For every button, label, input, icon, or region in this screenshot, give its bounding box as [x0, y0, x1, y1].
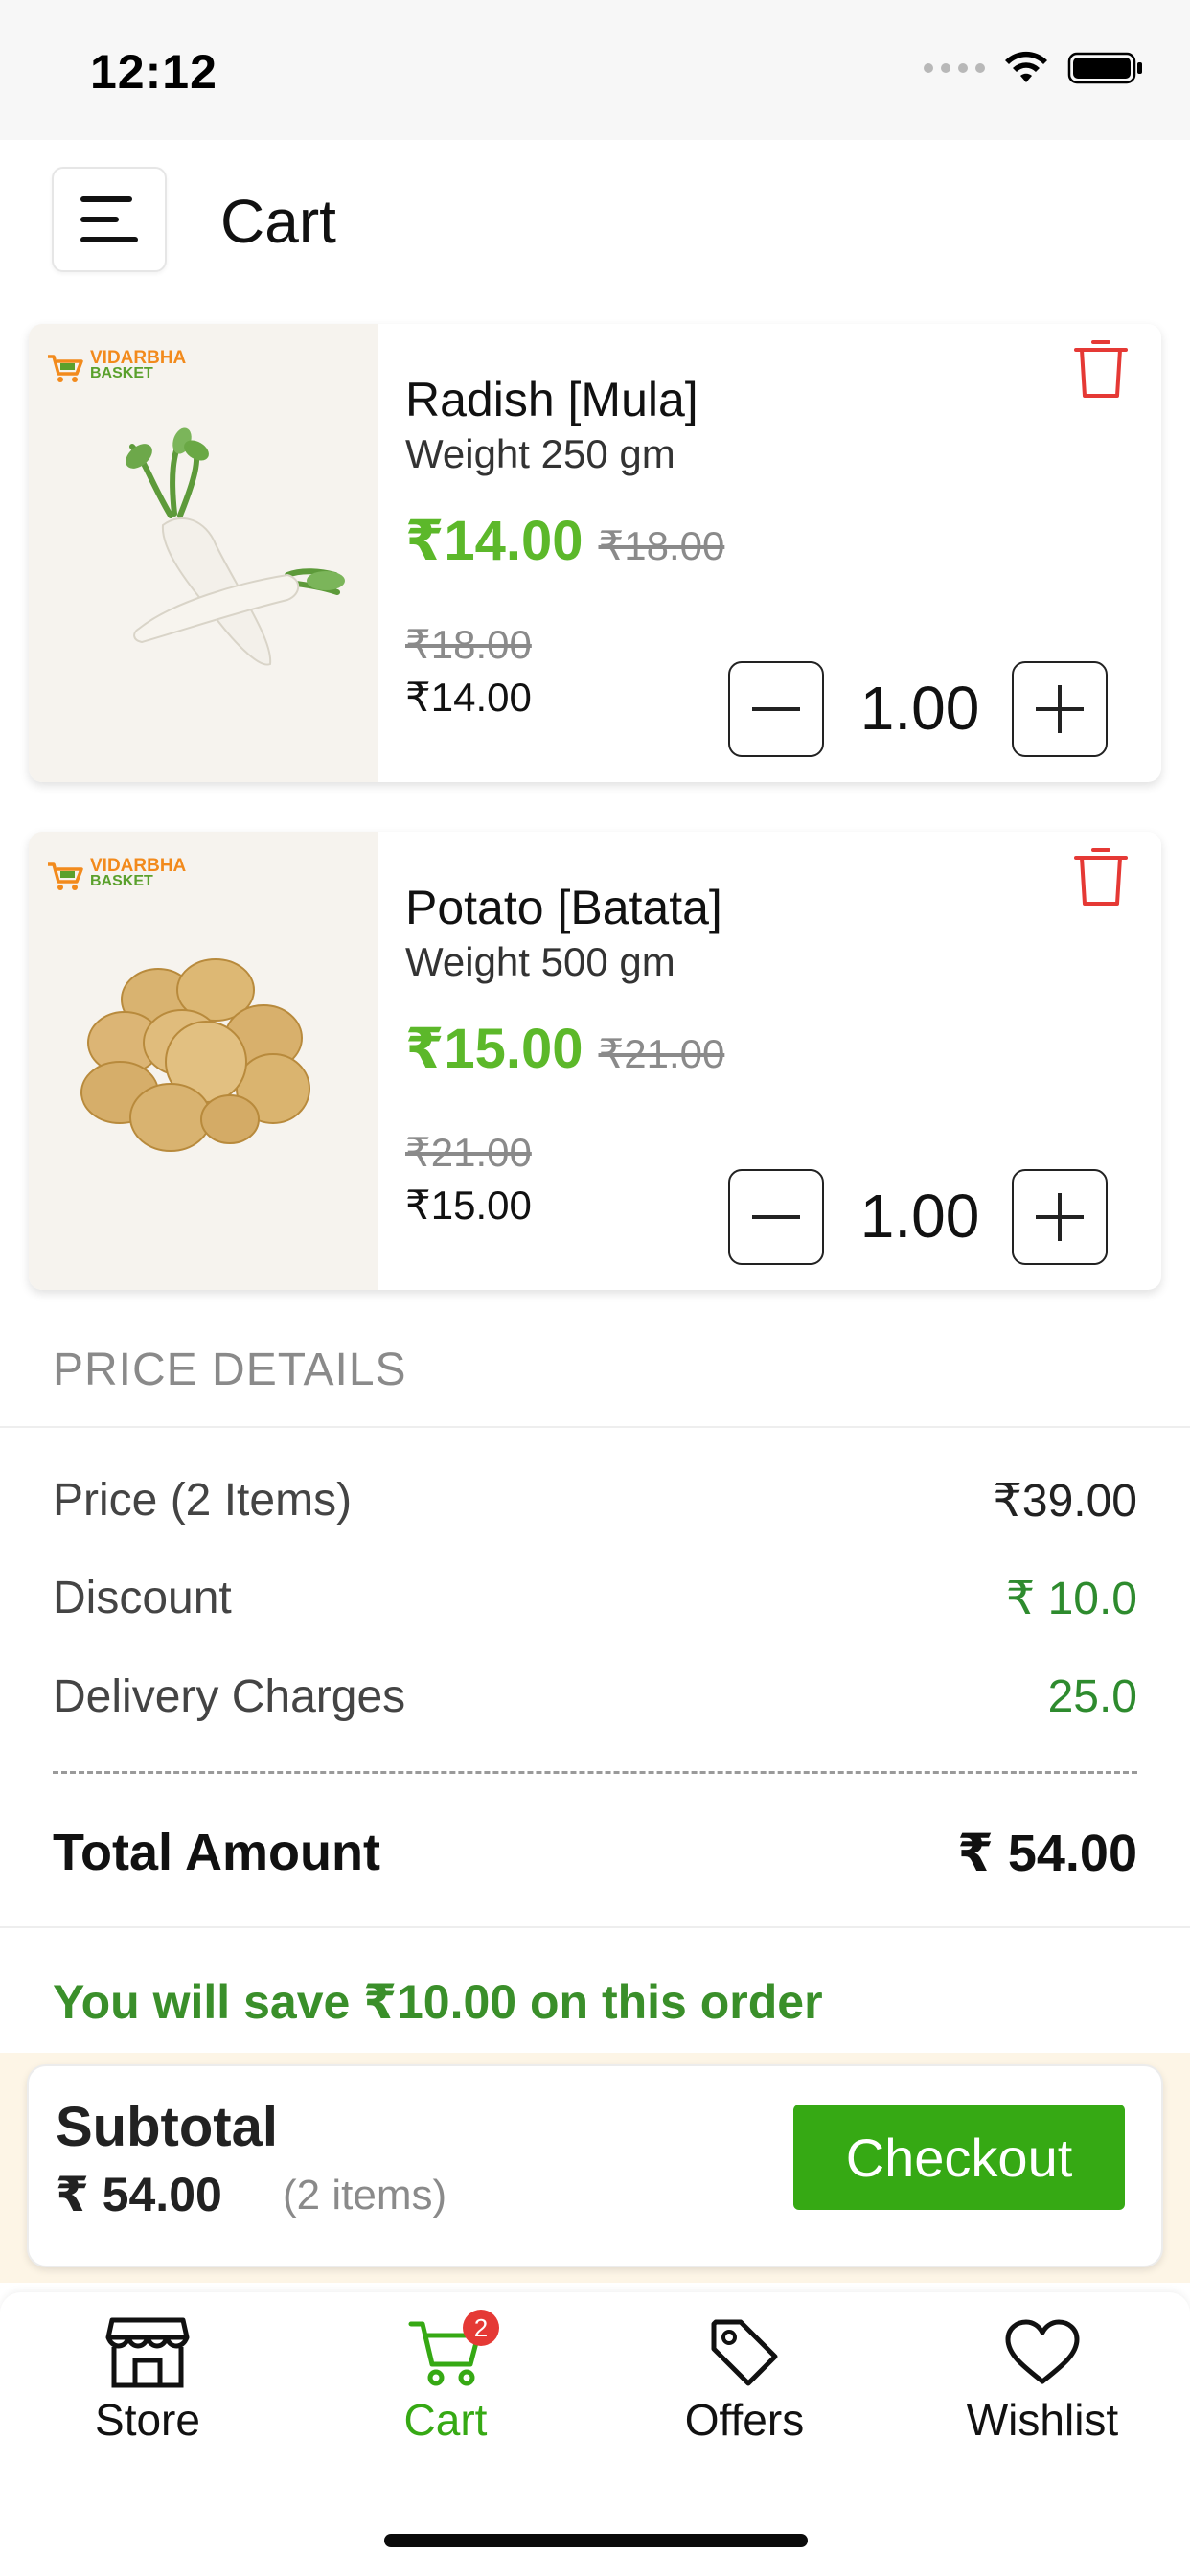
increase-quantity-button[interactable]	[1012, 1169, 1108, 1265]
dashed-divider	[53, 1771, 1137, 1774]
total-amount-row: Total Amount ₹ 54.00	[53, 1823, 1137, 1883]
decrease-quantity-button[interactable]	[728, 1169, 824, 1265]
subtotal-card: Subtotal ₹ 54.00 (2 items) Checkout	[27, 2064, 1163, 2267]
price-row: Price (2 Items) ₹39.00	[53, 1474, 1137, 1528]
wifi-icon	[1005, 51, 1047, 82]
discount-value: ₹ 10.0	[1005, 1574, 1137, 1624]
tag-icon	[711, 2319, 778, 2386]
discount-row: Discount ₹ 10.0	[53, 1572, 1137, 1625]
home-indicator	[384, 2534, 808, 2547]
tab-label-store: Store	[95, 2395, 200, 2445]
tab-label-cart: Cart	[403, 2395, 488, 2445]
tab-wishlist[interactable]: Wishlist	[918, 2312, 1167, 2446]
tab-cart[interactable]: 2 Cart	[321, 2310, 570, 2446]
savings-message: You will save ₹10.00 on this order	[53, 1975, 823, 2029]
cellular-signal-icon	[924, 63, 985, 73]
original-price: ₹18.00	[598, 523, 725, 568]
product-image-radish[interactable]: VIDARBHA BASKET	[29, 324, 378, 782]
minus-icon	[752, 707, 800, 711]
delivery-row: Delivery Charges 25.0	[53, 1670, 1137, 1723]
trash-icon	[1074, 340, 1128, 398]
discount-label: Discount	[53, 1573, 232, 1623]
increase-quantity-button[interactable]	[1012, 661, 1108, 757]
line-original-price: ₹18.00	[405, 622, 532, 667]
status-bar: 12:12	[0, 0, 1190, 140]
product-image-potato[interactable]: VIDARBHA BASKET	[29, 832, 378, 1290]
radish-image	[126, 427, 345, 666]
hamburger-menu-icon	[80, 196, 138, 242]
tab-offers[interactable]: Offers	[620, 2312, 869, 2446]
delivery-value: 25.0	[1047, 1671, 1137, 1722]
original-price: ₹21.00	[598, 1031, 725, 1076]
bottom-tab-bar: Store 2 Cart Offers Wishlist	[0, 2292, 1190, 2576]
tab-label-wishlist: Wishlist	[966, 2395, 1119, 2445]
cart-item-card: VIDARBHA BASKET Radish [Mula] Weight 250…	[29, 324, 1161, 782]
price-details-title: PRICE DETAILS	[53, 1345, 407, 1395]
sale-price: ₹14.00	[405, 510, 584, 572]
potato-image	[80, 958, 310, 1152]
product-weight: Weight 250 gm	[405, 431, 675, 476]
sale-price: ₹15.00	[405, 1018, 584, 1080]
delete-item-button[interactable]	[1067, 841, 1134, 912]
product-weight: Weight 500 gm	[405, 939, 675, 984]
divider	[0, 1926, 1190, 1928]
product-price-row: ₹14.00 ₹18.00	[405, 508, 724, 573]
subtotal-item-count: (2 items)	[283, 2172, 447, 2219]
cart-badge: 2	[463, 2310, 499, 2346]
battery-icon	[1067, 52, 1142, 84]
checkout-button[interactable]: Checkout	[793, 2104, 1125, 2210]
delete-item-button[interactable]	[1067, 334, 1134, 404]
total-value: ₹ 54.00	[957, 1825, 1137, 1882]
price-value: ₹39.00	[993, 1476, 1137, 1527]
subtotal-label: Subtotal	[56, 2096, 278, 2158]
delivery-label: Delivery Charges	[53, 1671, 406, 1722]
line-sale-price: ₹14.00	[405, 675, 532, 720]
store-icon	[105, 2317, 190, 2388]
product-price-row: ₹15.00 ₹21.00	[405, 1016, 724, 1081]
decrease-quantity-button[interactable]	[728, 661, 824, 757]
status-icons	[924, 50, 1144, 86]
plus-icon	[1036, 685, 1084, 733]
menu-button[interactable]	[52, 167, 167, 272]
heart-icon	[1005, 2319, 1080, 2384]
status-time: 12:12	[90, 45, 217, 99]
price-details-header: PRICE DETAILS	[0, 1321, 1190, 1428]
product-name[interactable]: Radish [Mula]	[405, 372, 698, 427]
subtotal-amount: ₹ 54.00	[56, 2168, 222, 2221]
quantity-value: 1.00	[859, 674, 980, 743]
cart-item-card: VIDARBHA BASKET Potato [Batata] Weight 5…	[29, 832, 1161, 1290]
tab-store[interactable]: Store	[23, 2312, 272, 2446]
page-title: Cart	[220, 187, 336, 256]
total-label: Total Amount	[53, 1824, 380, 1881]
line-sale-price: ₹15.00	[405, 1183, 532, 1228]
subtotal-bar: Subtotal ₹ 54.00 (2 items) Checkout	[0, 2053, 1190, 2283]
line-original-price: ₹21.00	[405, 1130, 532, 1175]
plus-icon	[1036, 1193, 1084, 1241]
price-label: Price (2 Items)	[53, 1475, 353, 1526]
app-header: Cart	[0, 140, 1190, 312]
quantity-value: 1.00	[859, 1182, 980, 1251]
minus-icon	[752, 1215, 800, 1219]
trash-icon	[1074, 848, 1128, 906]
product-name[interactable]: Potato [Batata]	[405, 880, 722, 935]
tab-label-offers: Offers	[684, 2395, 805, 2445]
